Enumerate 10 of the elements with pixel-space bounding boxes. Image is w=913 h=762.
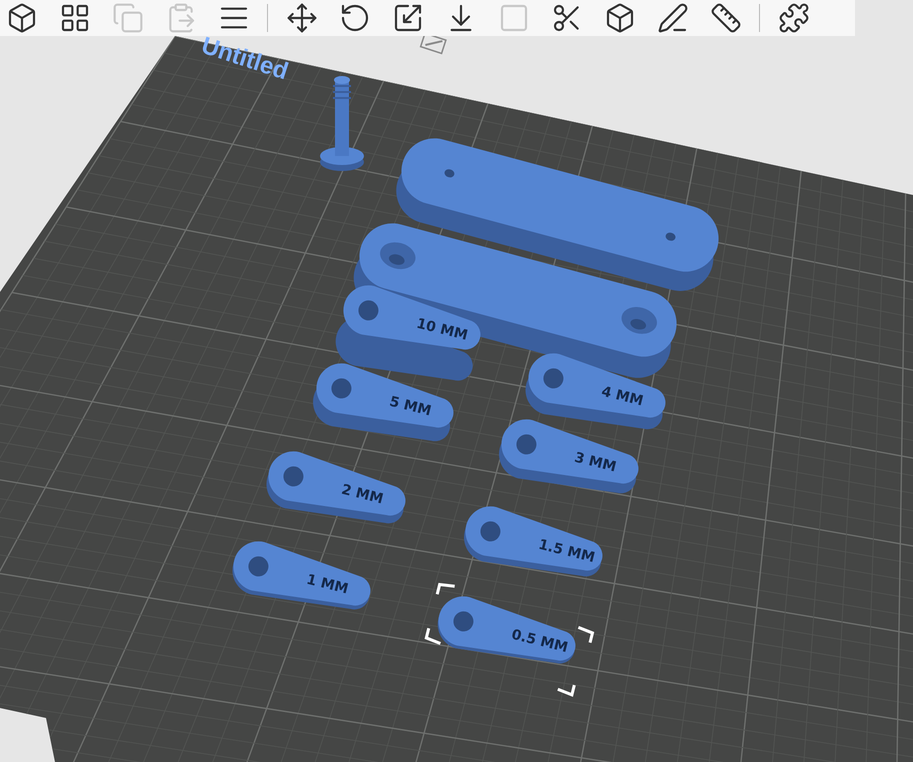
- pin-part[interactable]: [320, 76, 364, 171]
- tab-part[interactable]: 0.5 MM: [438, 596, 576, 664]
- engraved-label: 5 MM: [388, 394, 433, 420]
- engraved-label: 10 MM: [414, 316, 470, 344]
- engraved-label: 0.5 MM: [510, 626, 570, 656]
- engraved-label: 1 MM: [304, 572, 350, 598]
- engraved-label: 1.5 MM: [536, 536, 596, 566]
- engraved-label: 3 MM: [572, 450, 618, 476]
- engraved-label: 4 MM: [600, 384, 645, 410]
- engraved-label: 2 MM: [340, 482, 385, 508]
